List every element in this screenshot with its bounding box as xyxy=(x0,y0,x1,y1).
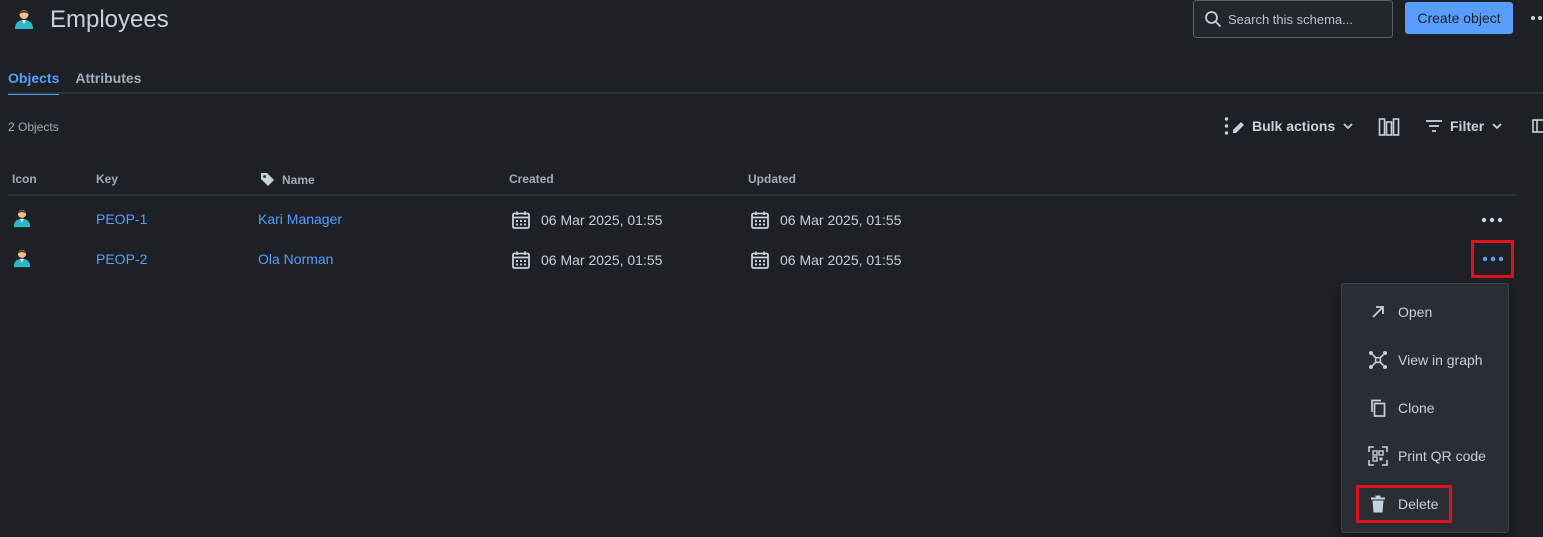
menu-item-label: Open xyxy=(1398,304,1433,320)
updated-date-text: 06 Mar 2025, 01:55 xyxy=(780,252,902,268)
create-object-button[interactable]: Create object xyxy=(1405,2,1513,34)
bulk-actions-label: Bulk actions xyxy=(1252,118,1336,134)
side-panel-icon[interactable] xyxy=(1532,118,1543,134)
row-actions-button-active[interactable] xyxy=(1471,240,1514,278)
menu-item-view-in-graph[interactable]: View in graph xyxy=(1342,340,1508,380)
object-key-link[interactable]: PEOP-1 xyxy=(96,211,147,227)
created-date-text: 06 Mar 2025, 01:55 xyxy=(541,252,663,268)
column-header-name[interactable]: Name xyxy=(260,172,315,187)
qr-code-icon xyxy=(1368,446,1388,466)
calendar-icon xyxy=(751,211,769,229)
updated-date: 06 Mar 2025, 01:55 xyxy=(750,210,901,230)
created-date-text: 06 Mar 2025, 01:55 xyxy=(541,212,663,228)
menu-item-open[interactable]: Open xyxy=(1342,292,1508,332)
created-date: 06 Mar 2025, 01:55 xyxy=(511,210,662,230)
row-actions-menu: Open View in graph Clone Print QR code D… xyxy=(1341,283,1509,533)
arrow-up-right-icon xyxy=(1372,306,1384,318)
page: Employees Create object Objects Attribut… xyxy=(0,0,1543,537)
bulk-edit-icon xyxy=(1224,117,1244,135)
menu-item-print-qr-code[interactable]: Print QR code xyxy=(1342,436,1508,476)
object-name-link[interactable]: Ola Norman xyxy=(258,251,333,267)
calendar-icon xyxy=(512,211,530,229)
delete-highlight-box xyxy=(1356,485,1452,523)
object-key-link[interactable]: PEOP-2 xyxy=(96,251,147,267)
menu-item-label: View in graph xyxy=(1398,352,1483,368)
more-options-icon xyxy=(1482,256,1503,262)
columns-icon xyxy=(1378,118,1400,136)
column-header-key[interactable]: Key xyxy=(96,172,118,186)
columns-button[interactable] xyxy=(1378,116,1400,138)
calendar-icon xyxy=(512,251,530,269)
search-input[interactable] xyxy=(1228,11,1388,27)
menu-item-clone[interactable]: Clone xyxy=(1342,388,1508,428)
search-icon xyxy=(1205,11,1221,27)
column-header-created[interactable]: Created xyxy=(509,172,554,186)
menu-item-label: Clone xyxy=(1398,400,1435,416)
copy-icon xyxy=(1371,399,1386,417)
graph-icon xyxy=(1369,351,1387,369)
tabs-divider xyxy=(8,92,1543,94)
column-header-icon: Icon xyxy=(12,172,37,186)
row-actions-button[interactable] xyxy=(1478,210,1506,230)
column-header-name-label: Name xyxy=(282,172,315,187)
more-options-icon xyxy=(1481,217,1503,223)
column-header-updated[interactable]: Updated xyxy=(748,172,796,186)
updated-date: 06 Mar 2025, 01:55 xyxy=(750,250,901,270)
filter-icon xyxy=(1426,120,1442,132)
table-header-divider xyxy=(8,194,1516,196)
bulk-actions-button[interactable]: Bulk actions xyxy=(1224,116,1355,136)
object-name-link[interactable]: Kari Manager xyxy=(258,211,342,227)
object-count: 2 Objects xyxy=(8,120,59,134)
page-title: Employees xyxy=(50,6,169,33)
person-avatar-icon xyxy=(13,209,31,228)
menu-item-label: Print QR code xyxy=(1398,448,1486,464)
more-options-icon[interactable] xyxy=(1530,8,1543,28)
calendar-icon xyxy=(751,251,769,269)
chevron-down-icon xyxy=(1492,123,1502,130)
tag-icon xyxy=(261,173,274,186)
search-box[interactable] xyxy=(1193,0,1393,38)
chevron-down-icon xyxy=(1343,123,1353,130)
filter-button[interactable]: Filter xyxy=(1424,116,1504,136)
created-date: 06 Mar 2025, 01:55 xyxy=(511,250,662,270)
person-avatar-icon xyxy=(15,10,33,29)
person-avatar-icon xyxy=(13,249,31,268)
filter-label: Filter xyxy=(1450,118,1485,134)
updated-date-text: 06 Mar 2025, 01:55 xyxy=(780,212,902,228)
